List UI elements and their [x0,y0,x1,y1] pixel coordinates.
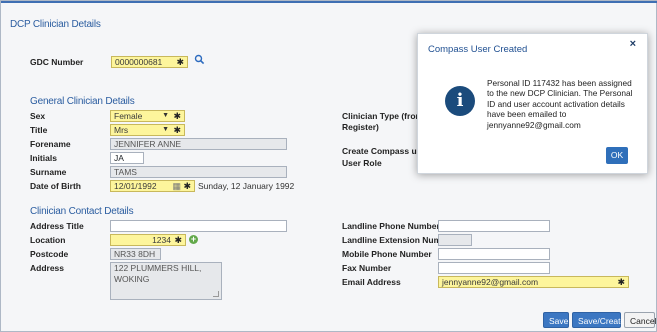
email-label: Email Address [342,277,401,287]
surname-label: Surname [30,167,67,177]
postcode-label: Postcode [30,249,69,259]
search-icon[interactable] [194,54,205,67]
title-select[interactable]: Mrs ▼ ✱ [110,124,185,136]
email-field[interactable]: jennyanne92@gmail.com ✱ [438,276,629,288]
location-label: Location [30,235,66,245]
address-title-field[interactable] [110,220,287,232]
user-role-label: User Role [342,158,382,168]
cancel-button[interactable]: Cancel [624,312,656,328]
required-star: ✱ [173,111,181,121]
calendar-icon[interactable]: ▦ [172,181,181,191]
title-value: Mrs [114,125,129,135]
sex-label: Sex [30,111,46,121]
email-value: jennyanne92@gmail.com [442,277,539,287]
required-star: ✱ [176,57,184,67]
clinician-type-label-line2: Register) [342,122,379,132]
compass-user-created-dialog: Compass User Created × i Personal ID 117… [417,33,648,174]
info-icon: i [445,86,475,116]
address-title-label: Address Title [30,221,84,231]
ok-button[interactable]: OK [606,147,628,164]
fax-label: Fax Number [342,263,392,273]
dob-value: 12/01/1992 [114,181,157,191]
initials-field[interactable]: JA [110,152,144,164]
mobile-field[interactable] [438,248,550,260]
address-value: 122 PLUMMERS HILL, WOKING [114,263,202,284]
general-details-title: General Clinician Details [30,96,135,107]
gdc-number-field[interactable]: 0000000681 ✱ [111,56,188,68]
surname-field[interactable]: TAMS [110,166,287,178]
dob-field[interactable]: 12/01/1992 ▦ ✱ [110,180,195,192]
forename-label: Forename [30,139,71,149]
add-location-icon[interactable]: + [189,235,198,244]
sex-value: Female [114,111,143,121]
required-star: ✱ [617,277,625,287]
dialog-title: Compass User Created [428,44,528,55]
location-field[interactable]: 1234 ✱ [110,234,186,246]
top-accent-bar [1,1,657,3]
close-icon[interactable]: × [630,38,636,50]
mobile-label: Mobile Phone Number [342,249,432,259]
required-star: ✱ [174,235,182,245]
landline-ext-field[interactable] [438,234,472,246]
address-field[interactable]: 122 PLUMMERS HILL, WOKING [110,262,222,300]
title-label: Title [30,125,48,135]
forename-field[interactable]: JENNIFER ANNE [110,138,287,150]
location-value: 1234 [152,235,171,245]
dob-long-text: Sunday, 12 January 1992 [198,181,295,191]
chevron-down-icon: ▼ [162,112,169,119]
gdc-number-label: GDC Number [30,57,84,67]
sex-select[interactable]: Female ▼ ✱ [110,110,185,122]
required-star: ✱ [173,125,181,135]
fax-field[interactable] [438,262,550,274]
resize-grip[interactable] [213,291,219,297]
chevron-down-icon: ▼ [162,126,169,133]
initials-label: Initials [30,153,57,163]
page-title: DCP Clinician Details [10,19,101,30]
landline-label: Landline Phone Number [342,221,440,231]
save-button[interactable]: Save [543,312,569,328]
address-label: Address [30,263,65,273]
postcode-field[interactable]: NR33 8DH [110,248,161,260]
gdc-number-value: 0000000681 [115,57,163,67]
dob-label: Date of Birth [30,181,81,191]
landline-field[interactable] [438,220,550,232]
save-create-button[interactable]: Save/Create [572,312,625,328]
required-star: ✱ [183,181,191,191]
dialog-message: Personal ID 117432 has been assigned to … [487,78,633,130]
contact-details-title: Clinician Contact Details [30,206,134,217]
